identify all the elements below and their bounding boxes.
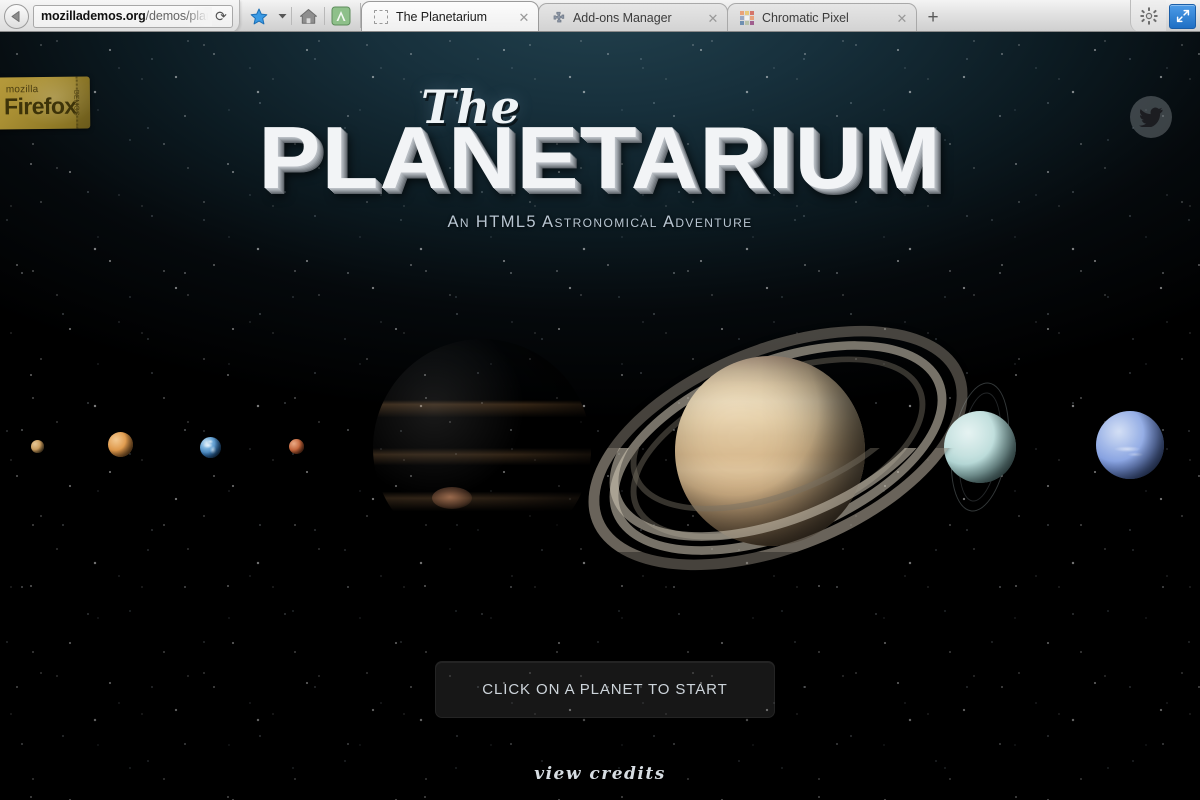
- tab-close-button[interactable]: ✕: [896, 12, 908, 25]
- start-button[interactable]: CLICK ON A PLANET TO START: [435, 661, 775, 718]
- browser-chrome: mozillademos.org/demos/plan ⟳ The Planet…: [0, 0, 1200, 32]
- bookmark-star-icon[interactable]: [244, 2, 274, 30]
- page-subtitle: An HTML5 Astronomical Adventure: [447, 212, 753, 231]
- planet-earth[interactable]: [200, 437, 221, 458]
- planet-neptune[interactable]: [1096, 411, 1164, 479]
- view-credits-label: view credits: [534, 764, 666, 784]
- view-credits-link[interactable]: view credits: [0, 764, 1200, 784]
- puzzle-piece-favicon-icon: [550, 10, 566, 26]
- planet-mars[interactable]: [289, 439, 304, 454]
- new-tab-button[interactable]: +: [916, 3, 950, 31]
- fullscreen-button[interactable]: [1169, 3, 1196, 29]
- page-title: PLANETARIUM: [258, 108, 942, 207]
- tab-chromatic-pixel[interactable]: Chromatic Pixel ✕: [727, 3, 917, 31]
- planet-jupiter[interactable]: [373, 339, 591, 557]
- url-input[interactable]: mozillademos.org/demos/plan ⟳: [33, 4, 233, 28]
- toolbar-icons: [240, 0, 360, 31]
- back-button[interactable]: [4, 3, 29, 29]
- gear-icon[interactable]: [1130, 0, 1166, 31]
- tab-title: Add-ons Manager: [573, 11, 672, 25]
- home-icon[interactable]: [293, 2, 323, 30]
- chrome-right-controls: [1130, 0, 1200, 31]
- saturn-body: [675, 356, 865, 546]
- planet-saturn[interactable]: [553, 276, 1003, 620]
- planet-uranus[interactable]: [944, 411, 1016, 483]
- reload-icon[interactable]: ⟳: [212, 9, 230, 23]
- url-path: /demos/plan: [145, 8, 212, 23]
- toolbar-separator-2: [324, 7, 325, 25]
- tab-add-ons-manager[interactable]: Add-ons Manager ✕: [538, 3, 728, 31]
- tab-title: The Planetarium: [396, 10, 487, 24]
- toolbar-separator: [291, 7, 292, 25]
- url-bar-group: mozillademos.org/demos/plan ⟳: [0, 0, 240, 31]
- planetarium-stage: mozilla Firefox DEMOS The PLANETARIUM An…: [0, 32, 1200, 800]
- placeholder-favicon-icon: [373, 9, 389, 25]
- tab-title: Chromatic Pixel: [762, 11, 849, 25]
- planet-venus[interactable]: [108, 432, 133, 457]
- expand-arrows-icon: [1176, 9, 1189, 23]
- tab-the-planetarium[interactable]: The Planetarium ✕: [361, 1, 539, 31]
- dropdown-arrow-icon[interactable]: [274, 2, 290, 30]
- page-title-block: The PLANETARIUM An HTML5 Astronomical Ad…: [0, 84, 1200, 232]
- back-arrow-icon: [11, 10, 20, 22]
- start-button-label: CLICK ON A PLANET TO START: [482, 681, 728, 698]
- tab-close-button[interactable]: ✕: [518, 11, 530, 24]
- planet-mercury[interactable]: [31, 440, 44, 453]
- pixel-grid-favicon-icon: [739, 10, 755, 26]
- tab-strip: The Planetarium ✕ Add-ons Manager ✕ Chro…: [361, 0, 1130, 31]
- app-icon[interactable]: [326, 2, 356, 30]
- url-text: mozillademos.org/demos/plan: [41, 6, 212, 27]
- jupiter-great-red-spot: [431, 487, 472, 510]
- url-host: mozillademos.org: [41, 8, 146, 23]
- tab-close-button[interactable]: ✕: [707, 12, 719, 25]
